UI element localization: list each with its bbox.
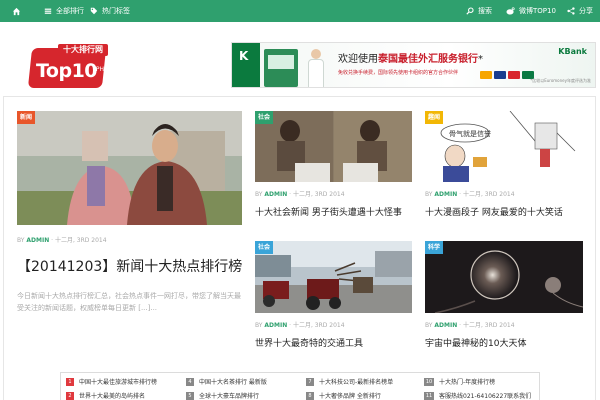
list-item-label: 十大奢侈品牌 全新排行	[319, 393, 381, 400]
share-icon	[567, 7, 575, 15]
main-post-excerpt: 今日新闻十大热点排行榜汇总，社会热点事件一网打尽，带您了解当天最受关注的新闻话题…	[17, 292, 241, 312]
list-icon	[44, 8, 52, 14]
weibo-top10-label: 微博TOP10	[519, 7, 556, 15]
share-label: 分享	[579, 7, 593, 15]
list-item[interactable]: 1 中国十大最佳旅游城市排行榜	[66, 377, 157, 386]
nav-menu-all[interactable]: 全部排行	[44, 0, 84, 22]
post-5-category[interactable]: 科学	[425, 241, 444, 254]
post-2-meta: BY ADMIN · 十二月, 3RD 2014	[255, 191, 345, 198]
ad-fineprint: *比较以Euromoney年度评选为准	[530, 78, 591, 83]
weibo-top10-link[interactable]: 微博TOP10	[506, 0, 556, 22]
post-4-meta: BY ADMIN · 十二月, 3RD 2014	[255, 322, 345, 329]
post-2-author[interactable]: ADMIN	[264, 191, 287, 198]
ad-atm-screen	[268, 55, 294, 69]
search-label: 搜索	[478, 7, 492, 15]
post-5-meta: BY ADMIN · 十二月, 3RD 2014	[425, 322, 515, 329]
ad-banner[interactable]: K 欢迎使用泰国最佳外汇服务银行* 免收兑换手续费，国际领先使用卡组织的官方合作…	[231, 42, 596, 88]
ad-person-image	[306, 47, 326, 87]
ad-card-logos	[480, 71, 534, 79]
ad-title: 欢迎使用泰国最佳外汇服务银行*	[338, 54, 483, 65]
list-item-number: 10	[424, 377, 434, 386]
list-item-number: 4	[186, 377, 194, 386]
main-post-image[interactable]: 新闻	[17, 111, 242, 225]
ad-kbank-logo: KBank	[558, 47, 587, 56]
list-item[interactable]: 10 十大热门-年度排行榜	[424, 377, 495, 386]
post-3-author[interactable]: ADMIN	[434, 191, 457, 198]
post-3-illustration: 骨气就是信誉	[425, 111, 583, 182]
list-item-label: 全球十大豪车品牌排行	[199, 393, 260, 400]
list-item-label: 世界十大最美的岛屿排名	[79, 393, 146, 400]
list-item-number: 7	[306, 377, 314, 386]
post-3-title[interactable]: 十大漫画段子 网友最爱的十大笑话	[425, 205, 563, 218]
post-5-image[interactable]: 科学	[425, 241, 583, 313]
nav-menu-all-label: 全部排行	[56, 7, 84, 15]
list-item-number: 8	[306, 391, 314, 400]
main-post-meta: BY ADMIN · 十二月, 3RD 2014	[17, 237, 107, 244]
top-navbar: 全部排行 热门标签 搜索 微博TOP10 分享	[0, 0, 600, 22]
main-post-photo	[17, 111, 242, 225]
post-4-title[interactable]: 世界十大最奇特的交通工具	[255, 336, 363, 349]
logo-ph-text: .PH	[94, 66, 105, 73]
post-5-title[interactable]: 宇宙中最神秘的10大天体	[425, 336, 526, 349]
svg-text:骨气就是信誉: 骨气就是信誉	[449, 129, 491, 138]
list-item-number: 1	[66, 377, 74, 386]
home-button[interactable]	[12, 0, 21, 22]
list-item-label: 十大科技公司-最新排名榜单	[319, 379, 394, 386]
post-4-image[interactable]: 社会	[255, 241, 412, 313]
list-item-number: 2	[66, 391, 74, 400]
post-4-author[interactable]: ADMIN	[264, 322, 287, 329]
home-icon	[12, 7, 21, 15]
list-item[interactable]: 5 全球十大豪车品牌排行	[186, 391, 259, 400]
post-2-title[interactable]: 十大社会新闻 男子街头遭遇十大怪事	[255, 205, 402, 218]
post-2-photo	[255, 111, 412, 182]
post-5-author[interactable]: ADMIN	[434, 322, 457, 329]
list-item-label: 十大热门-年度排行榜	[439, 379, 496, 386]
search-button[interactable]: 搜索	[466, 0, 492, 22]
list-item-label: 客服热线021-64106227联系我们	[439, 393, 532, 400]
logo-cn-text: 十大排行网	[58, 44, 108, 56]
list-item[interactable]: 8 十大奢侈品牌 全新排行	[306, 391, 381, 400]
weibo-icon	[506, 7, 515, 15]
post-5-photo	[425, 241, 583, 313]
list-item-number: 11	[424, 391, 434, 400]
list-item-label: 中国十大名茶排行 最新版	[199, 379, 267, 386]
tag-icon	[90, 7, 98, 15]
ranking-list-box: 1 中国十大最佳旅游城市排行榜 2 世界十大最美的岛屿排名 4 中国十大名茶排行…	[60, 372, 540, 400]
ad-k-mark: K	[239, 49, 249, 63]
nav-menu-tags[interactable]: 热门标签	[90, 0, 130, 22]
list-item[interactable]: 7 十大科技公司-最新排名榜单	[306, 377, 393, 386]
post-2-image[interactable]: 社会	[255, 111, 412, 182]
post-2-category[interactable]: 社会	[255, 111, 274, 124]
list-item-number: 5	[186, 391, 194, 400]
logo-main-text: Top10	[36, 60, 98, 82]
post-4-category[interactable]: 社会	[255, 241, 274, 254]
main-post-author[interactable]: ADMIN	[26, 237, 49, 244]
post-3-image[interactable]: 骨气就是信誉 趣闻	[425, 111, 583, 182]
nav-menu-tags-label: 热门标签	[102, 7, 130, 15]
list-item[interactable]: 11 客服热线021-64106227联系我们	[424, 391, 531, 400]
share-button[interactable]: 分享	[567, 0, 593, 22]
ad-subtitle: 免收兑换手续费，国际领先使用卡组织的官方合作伙伴	[338, 70, 459, 76]
list-item[interactable]: 2 世界十大最美的岛屿排名	[66, 391, 145, 400]
post-4-photo	[255, 241, 412, 313]
main-post-title[interactable]: 【20141203】新闻十大热点排行榜	[17, 256, 242, 276]
list-item[interactable]: 4 中国十大名茶排行 最新版	[186, 377, 267, 386]
post-3-meta: BY ADMIN · 十二月, 3RD 2014	[425, 191, 515, 198]
list-item-label: 中国十大最佳旅游城市排行榜	[79, 379, 158, 386]
search-icon	[466, 7, 474, 15]
site-logo[interactable]: 十大排行网 Top10 .PH	[27, 44, 110, 90]
post-3-category[interactable]: 趣闻	[425, 111, 444, 124]
main-post-category[interactable]: 新闻	[17, 111, 36, 124]
